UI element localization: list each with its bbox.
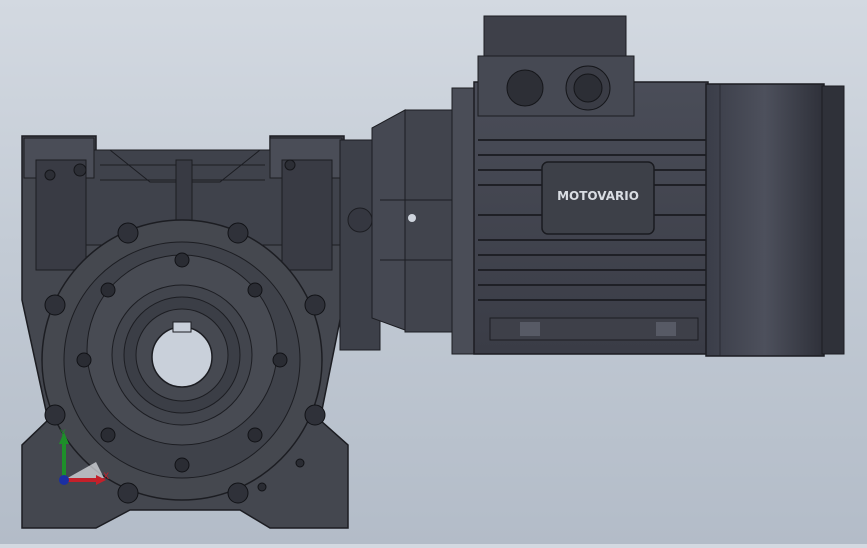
- nameplate: MOTOVARIO: [541, 161, 655, 235]
- output-bore: [151, 326, 213, 388]
- keyway: [172, 321, 192, 333]
- z-axis: [59, 475, 69, 485]
- model-canvas[interactable]: MOTOVARIO Y X: [0, 0, 867, 544]
- fan-cover[interactable]: [705, 83, 845, 357]
- y-axis-label: Y: [59, 429, 66, 439]
- terminal-box[interactable]: [477, 15, 635, 117]
- cad-viewport[interactable]: MOTOVARIO Y X: [0, 0, 867, 544]
- x-axis-label: X: [103, 472, 109, 482]
- motor-adapter[interactable]: [339, 87, 475, 355]
- brand-label: MOTOVARIO: [557, 189, 639, 203]
- cable-plug: [506, 69, 544, 107]
- gearbox-housing[interactable]: [21, 135, 349, 529]
